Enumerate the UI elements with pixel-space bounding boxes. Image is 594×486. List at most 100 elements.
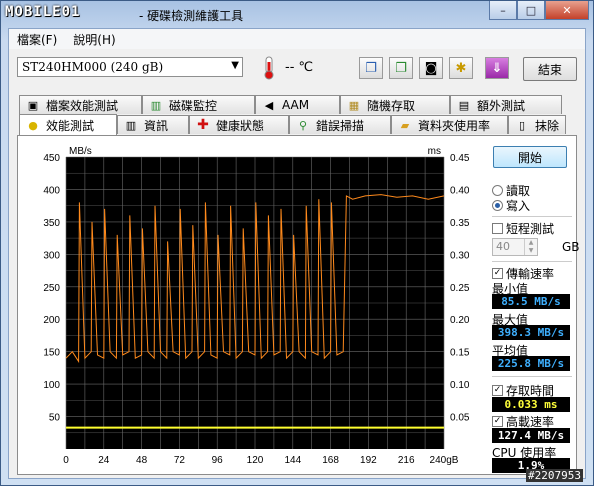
- y-tick-label-left: 50: [49, 413, 61, 424]
- y-tick-label-right: 0.05: [450, 413, 470, 424]
- settings-button[interactable]: ✱: [449, 57, 473, 79]
- drive-select[interactable]: ST240HM000 (240 gB) ▼: [17, 57, 243, 77]
- y-tick-label-left: 400: [43, 185, 60, 196]
- copy-button[interactable]: ❐: [359, 57, 383, 79]
- benchmark-panel: 50 0.05 100 0.10 150 0.15 200 0.20 250 0.25 300 0.3…: [17, 135, 580, 475]
- menu-bar: 檔案(F) 說明(H): [9, 29, 585, 49]
- short-test-label: 短程測試: [506, 222, 555, 236]
- title-bar: MOBILE01 - 硬碟檢測維護工具 – □ ✕: [1, 1, 593, 27]
- divider: [492, 216, 572, 217]
- thermometer-icon: [264, 56, 274, 80]
- tab-random-access[interactable]: ▦ 隨機存取: [340, 95, 450, 114]
- folder-icon: ▰: [400, 118, 410, 132]
- y-tick-label-left: 250: [43, 283, 60, 294]
- magnifier-icon: ⚲: [298, 118, 308, 132]
- app-logo: MOBILE01: [5, 4, 81, 20]
- tab-health[interactable]: ✚ 健康狀態: [189, 115, 289, 134]
- y-tick-label-right: 0.15: [450, 348, 470, 359]
- divider: [492, 261, 572, 262]
- x-tick-label: 216: [398, 455, 415, 466]
- tab-aam[interactable]: ◀ AAM: [255, 95, 340, 114]
- y-axis-label-left: MB/s: [69, 146, 92, 157]
- health-cross-icon: ✚: [197, 117, 209, 133]
- y-tick-label-right: 0.20: [450, 315, 470, 326]
- x-tick-label: 48: [136, 455, 148, 466]
- window-title: - 硬碟檢測維護工具: [139, 9, 244, 23]
- tab-label: 資料夾使用率: [418, 118, 491, 133]
- tab-label: 健康狀態: [216, 118, 265, 133]
- copy-report-button[interactable]: ❐: [389, 57, 413, 79]
- start-button[interactable]: 開始: [493, 146, 567, 168]
- tab-label: 資訊: [144, 118, 169, 133]
- toolbar: ST240HM000 (240 gB) ▼ -- ℃ ❐ ❐ ◙ ✱ ⇓ 結束: [9, 50, 585, 86]
- checkbox-box: ✓: [492, 268, 503, 279]
- menu-help[interactable]: 說明(H): [65, 31, 123, 48]
- tab-benchmark[interactable]: ● 效能測試: [19, 114, 117, 135]
- y-tick-label-right: 0.30: [450, 250, 470, 261]
- y-axis-label-right: ms: [428, 146, 441, 157]
- tab-error-scan[interactable]: ⚲ 錯誤掃描: [289, 115, 391, 134]
- random-access-icon: ▦: [348, 98, 360, 112]
- stepper-unit: GB: [562, 240, 580, 254]
- info-icon: ▥: [125, 118, 137, 132]
- trash-icon: ▯: [518, 118, 526, 132]
- client-area: 檔案(F) 說明(H) ST240HM000 (240 gB) ▼ -- ℃ ❐…: [8, 28, 586, 479]
- checkbox-box: [492, 223, 503, 234]
- tab-label: 錯誤掃描: [316, 118, 365, 133]
- maximize-button[interactable]: □: [517, 1, 545, 20]
- x-tick-label: 24: [98, 455, 110, 466]
- save-button[interactable]: ⇓: [485, 57, 509, 79]
- y-tick-label-left: 150: [43, 348, 60, 359]
- y-tick-label-right: 0.10: [450, 380, 470, 391]
- copy-icon: ❐: [365, 60, 377, 76]
- tab-file-benchmark[interactable]: ▣ 檔案效能測試: [19, 95, 142, 114]
- screenshot-button[interactable]: ◙: [419, 57, 443, 79]
- radio-write[interactable]: 寫入: [492, 197, 530, 214]
- tab-erase[interactable]: ▯ 抹除: [508, 115, 566, 134]
- menu-file[interactable]: 檔案(F): [9, 31, 65, 48]
- stepper-arrows-icon: ▲ ▼: [524, 239, 537, 255]
- x-tick-label: 144: [284, 455, 301, 466]
- tab-info[interactable]: ▥ 資訊: [117, 115, 189, 134]
- drive-select-value: ST240HM000 (240 gB): [22, 60, 164, 74]
- camera-icon: ◙: [424, 60, 438, 76]
- copy-green-icon: ❐: [395, 60, 407, 76]
- burst-rate-value: 127.4 MB/s: [492, 428, 570, 443]
- checkbox-box: ✓: [492, 385, 503, 396]
- extra-tests-icon: ▤: [458, 98, 470, 112]
- y-tick-label-right: 0.35: [450, 218, 470, 229]
- disk-monitor-icon: ▥: [150, 98, 162, 112]
- chevron-down-icon: ▼: [231, 60, 239, 71]
- y-tick-label-right: 0.45: [450, 153, 470, 164]
- y-tick-label-left: 200: [43, 315, 60, 326]
- y-tick-label-left: 450: [43, 153, 60, 164]
- tab-folder-usage[interactable]: ▰ 資料夾使用率: [391, 115, 508, 134]
- y-tick-label-left: 350: [43, 218, 60, 229]
- lightbulb-icon: ●: [28, 118, 38, 132]
- radio-dot: [492, 200, 503, 211]
- x-tick-label: 240gB: [430, 455, 459, 466]
- benchmark-chart: 50 0.05 100 0.10 150 0.15 200 0.20 250 0.25 300 0.3…: [43, 146, 470, 466]
- app-window: MOBILE01 - 硬碟檢測維護工具 – □ ✕ 檔案(F) 說明(H) ST…: [0, 0, 594, 486]
- tab-label: 隨機存取: [367, 98, 416, 113]
- minimize-button[interactable]: –: [489, 1, 517, 20]
- x-tick-label: 192: [360, 455, 377, 466]
- tab-extra-tests[interactable]: ▤ 額外測試: [450, 95, 562, 114]
- short-test-checkbox[interactable]: 短程測試: [492, 220, 554, 237]
- tab-disk-monitor[interactable]: ▥ 磁碟監控: [142, 95, 255, 114]
- exit-button[interactable]: 結束: [523, 57, 577, 81]
- temperature-readout: -- ℃: [285, 60, 314, 75]
- radio-write-label: 寫入: [506, 199, 531, 213]
- watermark: #2207953: [526, 469, 583, 482]
- close-button[interactable]: ✕: [545, 1, 589, 20]
- y-tick-label-left: 100: [43, 380, 60, 391]
- checkbox-box: ✓: [492, 416, 503, 427]
- radio-dot: [492, 185, 503, 196]
- short-test-size-stepper[interactable]: 40 ▲ ▼: [492, 238, 538, 256]
- min-value: 85.5 MB/s: [492, 294, 570, 309]
- x-tick-label: 72: [174, 455, 186, 466]
- file-benchmark-icon: ▣: [27, 98, 39, 112]
- tab-label: AAM: [282, 98, 310, 112]
- tab-row-lower: ● 效能測試 ▥ 資訊 ✚ 健康狀態 ⚲ 錯誤掃描 ▰ 資料夾使用率 ▯ 抹除: [19, 114, 566, 135]
- access-time-value: 0.033 ms: [492, 397, 570, 412]
